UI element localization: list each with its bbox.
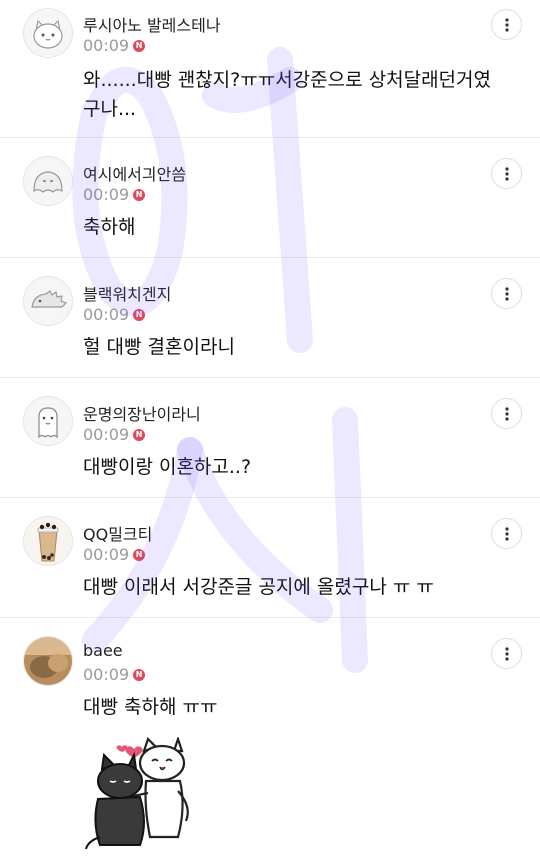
kebab-icon	[504, 166, 509, 181]
new-badge: N	[133, 308, 146, 321]
comment-item: 블랙워치겐지 00:09 N 헐 대빵 결혼이라니	[0, 257, 540, 378]
timestamp: 00:09	[83, 665, 130, 684]
more-options-button[interactable]	[491, 398, 522, 429]
cat-face-avatar[interactable]	[23, 8, 73, 58]
more-options-button[interactable]	[491, 518, 522, 549]
comment-text: 축하해	[83, 216, 136, 238]
nickname[interactable]: 운명의장난이라니	[83, 401, 201, 425]
new-badge: N	[133, 668, 146, 681]
comment-item: 여시에서긔안씀 00:09 N 축하해	[0, 137, 540, 258]
new-badge: N	[133, 548, 146, 561]
timestamp-row: 00:09 N	[83, 36, 146, 55]
comment-text: 헐 대빵 결혼이라니	[83, 336, 235, 358]
timestamp: 00:09	[83, 185, 130, 204]
timestamp: 00:09	[83, 425, 130, 444]
new-badge: N	[133, 39, 146, 52]
timestamp: 00:09	[83, 545, 130, 564]
hedgehog-avatar[interactable]	[23, 276, 73, 326]
kebab-icon	[504, 17, 509, 32]
kebab-icon	[504, 406, 509, 421]
more-options-button[interactable]	[491, 638, 522, 669]
ghost-blob-avatar[interactable]	[23, 156, 73, 206]
bubble-tea-avatar[interactable]	[23, 516, 73, 566]
nickname[interactable]: 여시에서긔안씀	[83, 161, 186, 185]
kebab-icon	[504, 286, 509, 301]
comment-text: 대빵 축하해 ㅠㅠ	[83, 696, 218, 718]
more-options-button[interactable]	[491, 278, 522, 309]
comment-text: 와......대빵 괜찮지?ㅠㅠ서강준으로 상처달래던거였구나...	[83, 69, 492, 120]
nickname[interactable]: 블랙워치겐지	[83, 281, 171, 305]
timestamp: 00:09	[83, 36, 130, 55]
kebab-icon	[504, 526, 509, 541]
nickname[interactable]: 루시아노 발레스테나	[83, 12, 221, 36]
kebab-icon	[504, 646, 509, 661]
timestamp-row: 00:09 N	[83, 305, 146, 324]
hugging-cats-sticker	[82, 735, 212, 850]
new-badge: N	[133, 428, 146, 441]
more-options-button[interactable]	[491, 9, 522, 40]
nickname[interactable]: baee	[83, 641, 123, 660]
photo-avatar[interactable]	[23, 636, 73, 686]
nickname[interactable]: QQ밀크티	[83, 521, 152, 545]
comment-item: 운명의장난이라니 00:09 N 대빵이랑 이혼하고..?	[0, 377, 540, 498]
more-options-button[interactable]	[491, 158, 522, 189]
new-badge: N	[133, 188, 146, 201]
timestamp-row: 00:09 N	[83, 665, 146, 684]
timestamp-row: 00:09 N	[83, 185, 146, 204]
comment-item: 루시아노 발레스테나 00:09 N 와......대빵 괜찮지?ㅠㅠ서강준으로…	[0, 0, 540, 138]
comment-item: baee 00:09 N 대빵 축하해 ㅠㅠ	[0, 617, 540, 861]
timestamp-row: 00:09 N	[83, 425, 146, 444]
comment-text: 대빵 이래서 서강준글 공지에 올렸구나 ㅠ ㅠ	[83, 576, 434, 598]
timestamp-row: 00:09 N	[83, 545, 146, 564]
comment-text: 대빵이랑 이혼하고..?	[83, 456, 252, 478]
comment-item: QQ밀크티 00:09 N 대빵 이래서 서강준글 공지에 올렸구나 ㅠ ㅠ	[0, 497, 540, 618]
timestamp: 00:09	[83, 305, 130, 324]
ghost-avatar[interactable]	[23, 396, 73, 446]
